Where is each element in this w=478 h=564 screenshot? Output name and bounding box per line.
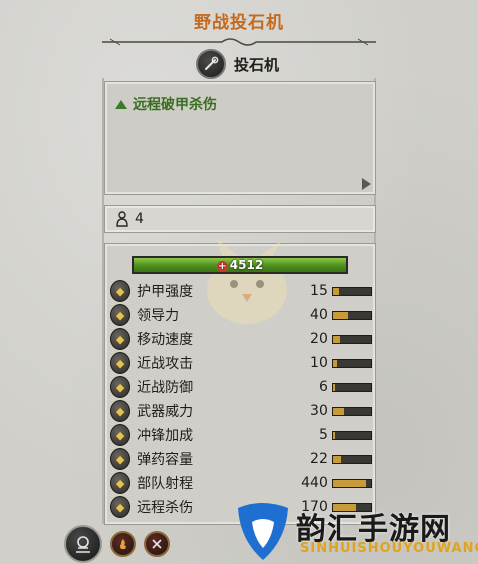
stat-row[interactable]: ◆ 领导力 40	[110, 304, 372, 326]
stat-value: 22	[310, 451, 328, 467]
leadership-icon: ◆	[110, 304, 131, 326]
stat-value: 5	[318, 427, 328, 443]
stat-row[interactable]: ◆ 近战防御 6	[110, 376, 372, 398]
fire-attack-icon[interactable]	[110, 531, 136, 557]
stat-bar	[331, 430, 372, 440]
stat-bar-fill	[332, 311, 349, 319]
armor-icon: ◆	[110, 280, 131, 302]
stat-bar	[331, 478, 372, 488]
stat-bar	[331, 358, 372, 368]
stat-bar-fill	[332, 455, 342, 463]
unit-ability-icons	[64, 525, 170, 563]
stat-row[interactable]: ◆ 冲锋加成 5	[110, 424, 372, 446]
stat-label: 弹药容量	[137, 452, 194, 468]
stat-bar	[331, 286, 372, 296]
health-plus-icon: +	[216, 261, 228, 272]
stat-bar	[331, 382, 372, 392]
health-bar: +4512	[132, 256, 348, 274]
stat-row[interactable]: ◆ 弹药容量 22	[110, 448, 372, 470]
stat-bar-fill	[332, 407, 345, 415]
unit-type-name: 投石机	[234, 55, 280, 74]
title-ornament	[102, 38, 376, 46]
weapon-strength-icon: ◆	[110, 400, 131, 422]
ammunition-icon: ◆	[110, 448, 131, 470]
ability-label: 远程破甲杀伤	[133, 97, 217, 113]
stat-value: 6	[318, 379, 328, 395]
charge-bonus-icon: ◆	[110, 424, 131, 446]
stat-row[interactable]: ◆ 移动速度 20	[110, 328, 372, 350]
stat-value: 15	[310, 283, 328, 299]
speed-icon: ◆	[110, 328, 131, 350]
soldier-icon	[116, 211, 128, 227]
unit-size-row: 4	[104, 205, 376, 233]
unit-size-value: 4	[135, 211, 144, 227]
stat-value: 40	[310, 307, 328, 323]
unit-header: 投石机	[196, 49, 280, 79]
stat-bar	[331, 454, 372, 464]
ability-entry[interactable]: 远程破甲杀伤	[115, 94, 217, 114]
stat-bar-fill	[332, 287, 339, 295]
stat-row[interactable]: ◆ 近战攻击 10	[110, 352, 372, 374]
stat-label: 远程杀伤	[137, 500, 194, 516]
unit-title: 野战投石机	[194, 13, 284, 33]
stat-label: 移动速度	[137, 332, 194, 348]
stat-bar-fill	[332, 359, 337, 367]
melee-defense-icon: ◆	[110, 376, 131, 398]
ability-panel: 远程破甲杀伤	[104, 81, 376, 195]
ability-upgrade-icon	[115, 99, 127, 109]
stat-value: 440	[301, 475, 328, 491]
unit-category-icon[interactable]	[64, 525, 102, 563]
stat-label: 武器威力	[137, 404, 194, 420]
stat-label: 近战防御	[137, 380, 194, 396]
stat-bar	[331, 334, 372, 344]
stat-row[interactable]: ◆ 护甲强度 15	[110, 280, 372, 302]
stat-label: 近战攻击	[137, 356, 194, 372]
anti-large-icon[interactable]	[144, 531, 170, 557]
stat-label: 领导力	[137, 308, 180, 324]
stat-bar-fill	[332, 431, 335, 439]
watermark-site-subtitle: SINHUISHOUYOUWANG	[300, 541, 478, 556]
stat-value: 30	[310, 403, 328, 419]
range-icon: ◆	[110, 472, 131, 494]
melee-attack-icon: ◆	[110, 352, 131, 374]
expand-arrow-icon[interactable]	[362, 178, 371, 190]
stat-bar-fill	[332, 479, 367, 487]
stat-value: 20	[310, 331, 328, 347]
missile-damage-icon: ◆	[110, 496, 131, 518]
stat-label: 冲锋加成	[137, 428, 194, 444]
stat-bar	[331, 310, 372, 320]
catapult-icon	[196, 49, 226, 79]
stat-value: 10	[310, 355, 328, 371]
health-label: +4512	[134, 258, 346, 272]
stat-row[interactable]: ◆ 部队射程 440	[110, 472, 372, 494]
stat-label: 护甲强度	[137, 284, 194, 300]
stat-label: 部队射程	[137, 476, 194, 492]
health-value: 4512	[229, 258, 264, 272]
stat-bar-fill	[332, 383, 336, 391]
stat-row[interactable]: ◆ 武器威力 30	[110, 400, 372, 422]
stat-bar-fill	[332, 335, 341, 343]
stat-bar	[331, 406, 372, 416]
